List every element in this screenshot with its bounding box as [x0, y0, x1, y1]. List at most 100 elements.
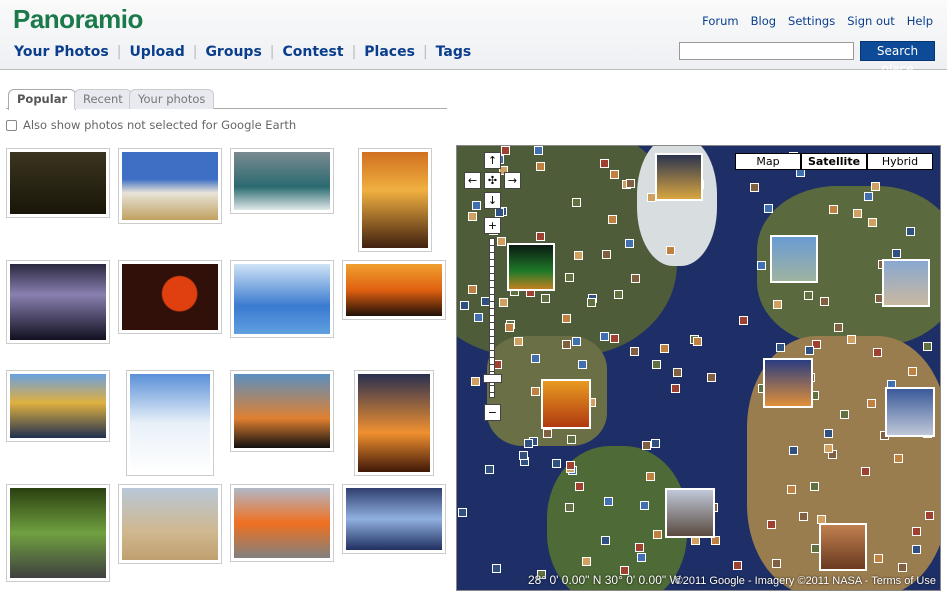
map-photo-marker[interactable] [613, 290, 623, 300]
map-photo-marker[interactable] [495, 207, 505, 217]
zoom-out-button[interactable]: − [484, 404, 501, 421]
map-photo-marker[interactable] [673, 368, 683, 378]
map-photo-marker[interactable] [775, 343, 785, 353]
map-photo-europe[interactable] [770, 235, 818, 283]
map-photo-marker[interactable] [846, 335, 856, 345]
map-photo-coast-sunset[interactable] [763, 358, 813, 408]
nav-your-photos[interactable]: Your Photos [14, 44, 109, 60]
map-photo-marker[interactable] [531, 386, 541, 396]
map-photo-marker[interactable] [738, 316, 748, 326]
map-photo-marker[interactable] [561, 313, 571, 323]
map-photo-harbor[interactable] [665, 488, 715, 538]
map-photo-marker[interactable] [497, 236, 507, 246]
map-photo-marker[interactable] [653, 530, 663, 540]
map-photo-marker[interactable] [630, 346, 640, 356]
photo-industrial-sunset[interactable] [342, 260, 446, 320]
photo-reflection[interactable] [342, 484, 446, 554]
map-photo-marker[interactable] [586, 297, 596, 307]
map-photo-cathedral[interactable] [882, 259, 930, 307]
map-photo-marker[interactable] [892, 248, 902, 258]
map-photo-marker[interactable] [573, 250, 583, 260]
photo-tree-silhouette[interactable] [230, 370, 334, 452]
map-photo-marker[interactable] [820, 297, 830, 307]
map-photo-marker[interactable] [498, 297, 508, 307]
map-photo-marker[interactable] [828, 204, 838, 214]
nav-groups[interactable]: Groups [205, 44, 261, 60]
map-photo-marker[interactable] [571, 336, 581, 346]
map-photo-marker[interactable] [812, 340, 822, 350]
map-photo-marker[interactable] [600, 331, 610, 341]
map-photo-marker[interactable] [922, 342, 932, 352]
photo-lightning[interactable] [6, 260, 110, 344]
map-photo-marker[interactable] [867, 217, 877, 227]
map-photo-marker[interactable] [577, 359, 587, 369]
map-photo-marker[interactable] [853, 208, 863, 218]
map-photo-marker[interactable] [610, 170, 620, 180]
map-photo-marker[interactable] [866, 398, 876, 408]
map-photo-marker[interactable] [572, 198, 582, 208]
search-place-input[interactable] [679, 42, 854, 60]
map-photo-marker[interactable] [603, 497, 613, 507]
map-photo-marker[interactable] [912, 544, 922, 554]
pan-right-button[interactable]: → [504, 172, 521, 189]
map-type-map[interactable]: Map [735, 153, 801, 170]
map-photo-marker[interactable] [582, 557, 592, 567]
map-photo-marker[interactable] [540, 293, 550, 303]
zoom-slider-handle[interactable] [483, 374, 502, 383]
nav-contest[interactable]: Contest [283, 44, 344, 60]
help-link[interactable]: Help [907, 14, 933, 28]
map-photo-marker[interactable] [565, 503, 575, 513]
photo-plane-sun[interactable] [118, 260, 222, 334]
photo-snow-trees[interactable] [126, 370, 214, 476]
map-photo-marker[interactable] [839, 410, 849, 420]
map-photo-marker[interactable] [567, 434, 577, 444]
zoom-in-button[interactable]: + [484, 217, 501, 234]
map-photo-marker[interactable] [473, 313, 483, 323]
photo-sunset-lake[interactable] [358, 148, 432, 252]
photo-leopard-tree[interactable] [6, 148, 110, 218]
map-photo-marker[interactable] [750, 183, 760, 193]
pan-left-button[interactable]: ← [464, 172, 481, 189]
map-photo-marker[interactable] [906, 227, 916, 237]
panoramio-logo[interactable]: Panoramio [13, 4, 143, 35]
map-photo-marker[interactable] [907, 367, 917, 377]
map-photo-marker[interactable] [659, 343, 669, 353]
map-photo-marker[interactable] [863, 192, 873, 202]
map-photo-marker[interactable] [789, 446, 799, 456]
map-photo-marker[interactable] [645, 472, 655, 482]
map-photo-marker[interactable] [650, 438, 660, 448]
map-photo-ship-sunset[interactable] [541, 379, 591, 429]
photo-cathedral[interactable] [118, 148, 222, 224]
map-photo-marker[interactable] [551, 459, 561, 469]
map-photo-marker[interactable] [787, 484, 797, 494]
pan-up-button[interactable]: ↑ [484, 152, 501, 169]
pan-down-button[interactable]: ↓ [484, 192, 501, 209]
tab-your-photos[interactable]: Your photos [129, 89, 215, 109]
map-photo-marker[interactable] [772, 299, 782, 309]
map-photo-marker[interactable] [530, 353, 540, 363]
tab-recent[interactable]: Recent [74, 89, 132, 109]
google-earth-checkbox[interactable] [6, 119, 17, 131]
map-photo-marker[interactable] [468, 212, 478, 222]
map[interactable]: ↑ ← ✣ → ↓ + − Map Satellite Hybrid 28° 0… [456, 145, 941, 591]
blog-link[interactable]: Blog [751, 14, 776, 28]
map-photo-marker[interactable] [625, 179, 635, 189]
map-photo-marker[interactable] [640, 501, 650, 511]
pan-center-button[interactable]: ✣ [484, 172, 501, 189]
map-photo-marker[interactable] [834, 323, 844, 333]
map-photo-marker[interactable] [757, 261, 767, 271]
map-photo-marker[interactable] [536, 232, 546, 242]
map-photo-marker[interactable] [518, 450, 528, 460]
google-earth-checkbox-row[interactable]: Also show photos not selected for Google… [6, 118, 296, 132]
map-photo-marker[interactable] [543, 428, 553, 438]
nav-upload[interactable]: Upload [129, 44, 184, 60]
map-photo-marker[interactable] [485, 464, 495, 474]
tab-popular[interactable]: Popular [8, 89, 77, 110]
map-photo-marker[interactable] [872, 348, 882, 358]
map-photo-marker[interactable] [799, 511, 809, 521]
settings-link[interactable]: Settings [788, 14, 835, 28]
map-photo-marker[interactable] [631, 274, 641, 284]
map-photo-marker[interactable] [470, 376, 480, 386]
photo-ship-desert[interactable] [118, 484, 222, 564]
map-photo-marker[interactable] [524, 439, 534, 449]
